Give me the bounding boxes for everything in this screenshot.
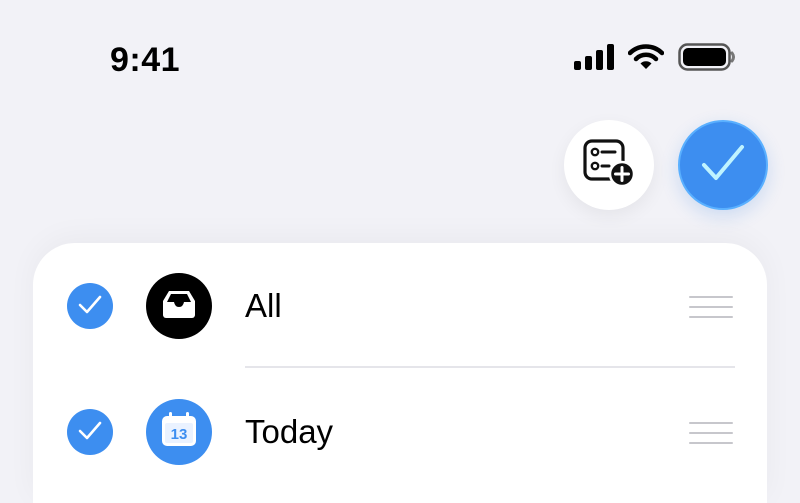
checkmark-icon <box>78 294 102 319</box>
wifi-icon <box>627 43 665 75</box>
cellular-signal-icon <box>574 43 614 75</box>
add-list-button[interactable] <box>564 120 654 210</box>
list-icon-today: 13 <box>146 399 212 465</box>
status-time: 9:41 <box>110 41 181 79</box>
list-icon-all <box>146 273 212 339</box>
row-divider <box>245 366 735 368</box>
toolbar <box>564 120 768 210</box>
calendar-icon: 13 <box>160 411 198 453</box>
list-label-all: All <box>245 287 282 324</box>
add-list-icon <box>582 138 636 193</box>
row-checkbox-all[interactable] <box>67 283 113 329</box>
list-row-all[interactable]: All <box>33 243 767 368</box>
tray-icon <box>160 288 198 325</box>
checkmark-icon <box>701 143 745 188</box>
done-button[interactable] <box>678 120 768 210</box>
lists-card: All 13 Today <box>33 243 767 503</box>
row-checkbox-today[interactable] <box>67 409 113 455</box>
list-row-today[interactable]: 13 Today <box>33 369 767 489</box>
reorder-handle-icon[interactable] <box>689 296 733 326</box>
checkmark-icon <box>78 420 102 445</box>
status-icons <box>574 42 736 76</box>
calendar-day: 13 <box>171 426 188 443</box>
battery-icon <box>678 42 736 76</box>
reorder-handle-icon[interactable] <box>689 422 733 452</box>
list-label-today: Today <box>245 413 334 450</box>
status-bar: 9:41 <box>0 0 800 110</box>
